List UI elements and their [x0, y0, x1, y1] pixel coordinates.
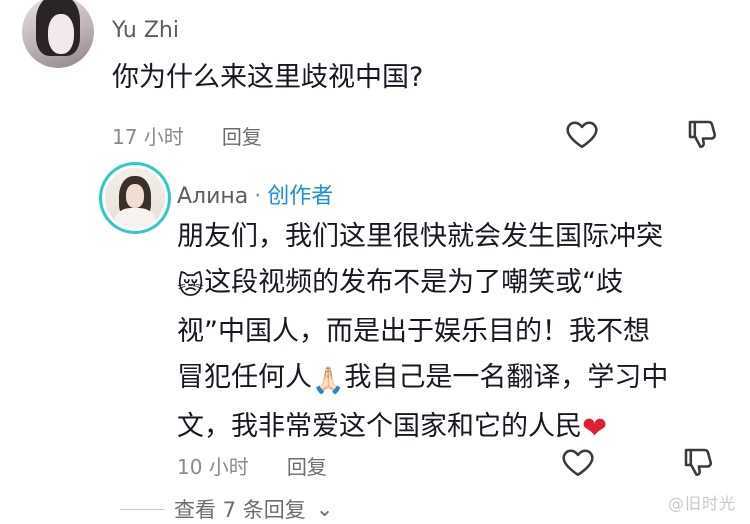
thumbs-down-icon[interactable] [684, 116, 720, 152]
comment-meta: 10 小时 回复 [177, 451, 327, 480]
divider-line [120, 508, 164, 510]
thumbs-down-icon[interactable] [680, 444, 716, 480]
comment-meta: 17 小时 回复 [112, 121, 262, 150]
creator-avatar[interactable] [105, 168, 165, 228]
heart-outline-icon[interactable] [560, 444, 596, 480]
comment-username[interactable]: Алина [177, 184, 248, 209]
comment-line: 朋友们，我们这里很快就会发生国际冲突 [177, 221, 663, 252]
watermark: @旧时光 [667, 494, 736, 513]
comment-line: 😿这段视频的发布不是为了嘲笑或“歧 [177, 267, 624, 301]
separator-dot: · [254, 184, 262, 209]
comment-line: 视”中国人，而是出于娱乐目的！我不想 [177, 316, 650, 347]
chevron-down-icon: ⌄ [315, 497, 334, 521]
reply-button[interactable]: 回复 [222, 121, 262, 150]
avatar[interactable] [22, 0, 94, 68]
heart-emoji: ❤ [582, 411, 608, 446]
comment-username[interactable]: Yu Zhi [112, 18, 179, 43]
pray-emoji: 🙏🏻 [312, 366, 345, 396]
comment-timestamp: 17 小时 [112, 125, 184, 149]
comment-line: 冒犯任何人🙏🏻我自己是一名翻译，学习中 [177, 362, 669, 396]
creator-badge: 创作者 [267, 184, 334, 209]
heart-outline-icon[interactable] [564, 116, 600, 152]
comment-timestamp: 10 小时 [177, 455, 249, 479]
reply-button[interactable]: 回复 [287, 451, 327, 480]
comment-text: 你为什么来这里歧视中国? [112, 62, 424, 93]
crying-cat-emoji: 😿 [177, 271, 205, 301]
comment-line: 文，我非常爱这个国家和它的人民❤ [177, 411, 608, 446]
comment-text: 朋友们，我们这里很快就会发生国际冲突 😿这段视频的发布不是为了嘲笑或“歧 视”中… [177, 214, 737, 452]
comment-username-row: Алина · 创作者 [177, 178, 333, 210]
